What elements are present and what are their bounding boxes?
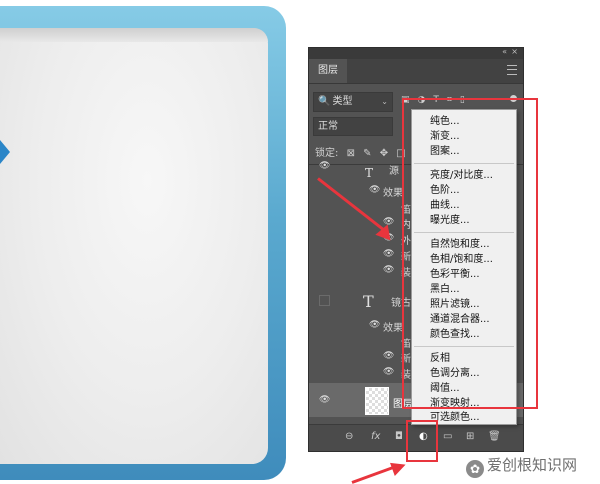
adjustment-button-highlight-box — [406, 420, 438, 462]
visibility-eye-icon[interactable]: 👁 — [369, 185, 380, 195]
visibility-eye-icon[interactable]: 👁 — [383, 351, 394, 361]
annotation-arrow-line — [351, 465, 396, 484]
layer-name-partial[interactable]: 源 — [389, 162, 399, 177]
visibility-eye-icon[interactable]: 👁 — [383, 367, 394, 377]
fx-icon[interactable]: fx — [371, 431, 380, 442]
canvas-document — [0, 28, 268, 464]
text-layer-thumb: T — [363, 292, 374, 311]
layer-visibility-empty[interactable] — [319, 295, 330, 306]
search-icon: 🔍 — [318, 96, 331, 107]
panel-menu-icon[interactable] — [507, 65, 517, 75]
new-group-icon[interactable]: ▭ — [443, 431, 452, 442]
visibility-eye-icon[interactable]: 👁 — [319, 161, 330, 171]
chevron-down-icon: ⌄ — [381, 97, 388, 106]
lock-label: 锁定: — [315, 148, 339, 159]
effects-label: 效果 — [383, 323, 403, 334]
layer-thumbnail — [365, 387, 389, 415]
filter-label: 类型 — [332, 96, 353, 107]
watermark-text: 爱创根知识网 — [487, 456, 578, 474]
delete-icon[interactable]: 🗑 — [488, 431, 501, 442]
lock-move-icon[interactable]: ✥ — [380, 148, 388, 159]
tab-layers[interactable]: 图层 — [309, 59, 347, 83]
blue-arrow-shape — [0, 140, 10, 164]
panel-tab-bar: 图层 — [309, 59, 523, 84]
watermark: ✿ 爱创根知识网 — [466, 454, 577, 478]
watermark-logo-icon: ✿ — [466, 460, 484, 478]
canvas-document-frame — [0, 6, 286, 480]
lock-transparent-icon[interactable]: ⊠ — [347, 148, 355, 159]
visibility-eye-icon[interactable]: 👁 — [369, 320, 380, 330]
lock-row: 锁定: ⊠ ✎ ✥ □ — [315, 144, 411, 159]
panel-title-bar: « × — [309, 47, 523, 59]
canvas-top-shadow — [0, 28, 268, 42]
add-mask-icon[interactable]: ◘ — [395, 431, 403, 442]
visibility-eye-icon[interactable]: 👁 — [383, 249, 394, 259]
lock-paint-icon[interactable]: ✎ — [363, 148, 371, 159]
effects-label: 效果 — [383, 188, 403, 199]
new-layer-icon[interactable]: ⊞ — [466, 431, 474, 442]
layer-filter-select[interactable]: 🔍 类型 ⌄ — [313, 92, 393, 112]
link-layers-icon[interactable]: ⊖ — [345, 431, 353, 442]
visibility-eye-icon[interactable]: 👁 — [383, 265, 394, 275]
menu-highlight-box — [402, 98, 538, 409]
blend-mode-select[interactable]: 正常 — [313, 117, 393, 136]
visibility-eye-icon[interactable]: 👁 — [319, 395, 330, 405]
text-layer-thumb: T — [365, 166, 374, 180]
collapse-icon[interactable]: « — [502, 47, 507, 56]
close-icon[interactable]: × — [511, 47, 518, 56]
